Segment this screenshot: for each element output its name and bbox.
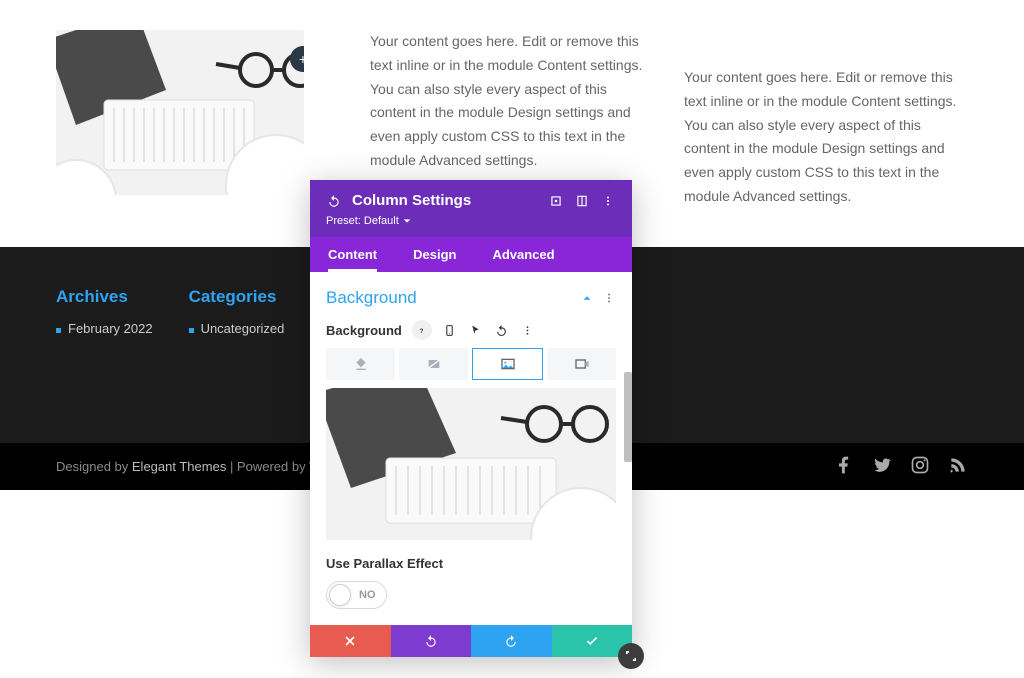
parallax-toggle[interactable]: NO xyxy=(326,581,387,609)
scrollbar[interactable] xyxy=(624,372,632,462)
tab-content[interactable]: Content xyxy=(310,237,395,272)
reset-icon[interactable] xyxy=(494,322,510,338)
parallax-label: Use Parallax Effect xyxy=(326,556,616,571)
modal-title: Column Settings xyxy=(352,192,538,209)
rss-icon[interactable] xyxy=(948,455,968,478)
facebook-icon[interactable] xyxy=(834,455,854,478)
archive-link[interactable]: February 2022 xyxy=(56,321,153,336)
field-label: Background xyxy=(326,323,402,338)
modal-tabs: Content Design Advanced xyxy=(310,237,632,272)
category-link[interactable]: Uncategorized xyxy=(189,321,285,336)
bg-image-tab[interactable] xyxy=(472,348,543,380)
background-preview[interactable] xyxy=(326,388,616,540)
svg-text:?: ? xyxy=(420,327,424,334)
footer-credit: Designed by Elegant Themes | Powered by … xyxy=(56,459,328,474)
modal-footer xyxy=(310,625,632,657)
section-title[interactable]: Background xyxy=(326,288,417,308)
phone-icon[interactable] xyxy=(442,322,458,338)
chevron-up-icon[interactable] xyxy=(580,291,594,305)
widget-heading: Archives xyxy=(56,287,153,307)
instagram-icon[interactable] xyxy=(910,455,930,478)
kebab-icon[interactable] xyxy=(600,193,616,209)
redo-button[interactable] xyxy=(471,625,552,657)
widget-heading: Categories xyxy=(189,287,285,307)
hover-toggle-icon[interactable] xyxy=(548,193,564,209)
preset-selector[interactable]: Preset: Default xyxy=(326,215,411,227)
help-icon[interactable]: ? xyxy=(412,320,432,340)
modal-panel: Background Background ? xyxy=(310,272,632,625)
modal-header: Column Settings Preset: Default xyxy=(310,180,632,237)
body-text-1: Your content goes here. Edit or remove t… xyxy=(370,30,654,173)
desk-image xyxy=(56,30,304,195)
tab-design[interactable]: Design xyxy=(395,237,474,272)
kebab-icon[interactable] xyxy=(520,322,536,338)
undo-icon[interactable] xyxy=(326,193,342,209)
undo-button[interactable] xyxy=(391,625,472,657)
tab-advanced[interactable]: Advanced xyxy=(474,237,572,272)
bg-color-tab[interactable] xyxy=(326,348,395,380)
column-image: + xyxy=(56,30,340,227)
toggle-value: NO xyxy=(351,589,384,601)
body-text-2: Your content goes here. Edit or remove t… xyxy=(684,66,968,209)
resize-handle[interactable] xyxy=(618,643,644,669)
column-settings-modal: Column Settings Preset: Default Content … xyxy=(310,180,632,657)
toggle-knob xyxy=(329,584,351,606)
desk-image xyxy=(326,388,616,540)
archives-widget: Archives February 2022 xyxy=(56,287,153,336)
column-text-2: Your content goes here. Edit or remove t… xyxy=(684,30,968,227)
kebab-icon[interactable] xyxy=(602,291,616,305)
categories-widget: Categories Uncategorized xyxy=(189,287,285,336)
responsive-icon[interactable] xyxy=(574,193,590,209)
twitter-icon[interactable] xyxy=(872,455,892,478)
bg-video-tab[interactable] xyxy=(547,348,616,380)
image-module[interactable]: + xyxy=(56,30,304,195)
cursor-icon[interactable] xyxy=(468,322,484,338)
bg-gradient-tab[interactable] xyxy=(399,348,468,380)
elegant-link[interactable]: Elegant Themes xyxy=(132,459,226,474)
social-icons xyxy=(834,455,968,478)
caret-down-icon xyxy=(403,217,411,225)
background-type-tabs xyxy=(326,348,616,380)
cancel-button[interactable] xyxy=(310,625,391,657)
